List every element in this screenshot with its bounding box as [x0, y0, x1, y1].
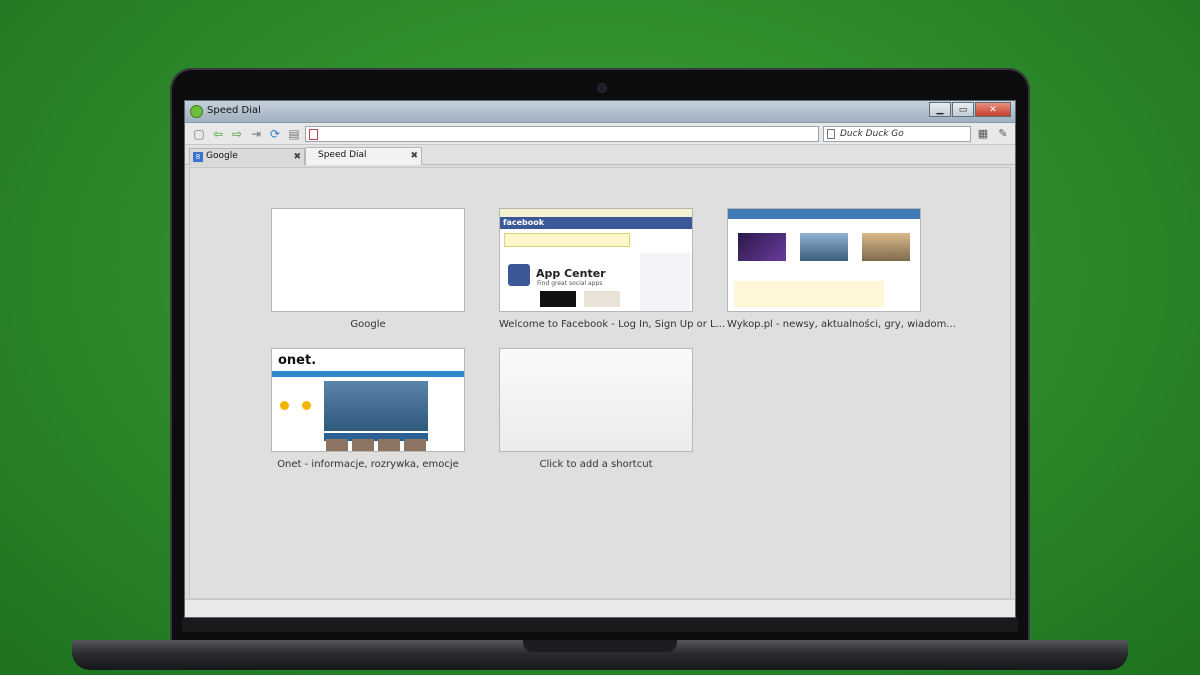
bookmarks-icon[interactable]: ▦: [975, 126, 991, 142]
search-placeholder: Duck Duck Go: [840, 129, 904, 139]
fb-warning: [504, 233, 630, 247]
stop-icon[interactable]: ⇥: [248, 126, 264, 142]
browser-window: Speed Dial ▁ ▭ ✕ ▢ ⇦ ⇨ ⇥ ⟳ ▤ Duck Duck G…: [184, 100, 1016, 618]
wykop-header: [728, 209, 920, 219]
app-center-icon: [508, 264, 530, 286]
speed-dial-page: Google facebook App Center Find great so…: [189, 167, 1011, 599]
maximize-button[interactable]: ▭: [952, 102, 974, 117]
wykop-notice: [734, 281, 884, 307]
toolbar: ▢ ⇦ ⇨ ⇥ ⟳ ▤ Duck Duck Go ▦ ✎: [185, 123, 1015, 145]
address-input[interactable]: [305, 126, 819, 142]
thumbnail-onet[interactable]: onet.: [271, 348, 465, 452]
page-icon: [309, 129, 318, 140]
tab-label: Google: [206, 151, 238, 161]
window-title: Speed Dial: [207, 105, 261, 116]
title-bar: Speed Dial ▁ ▭ ✕: [185, 101, 1015, 123]
dial-label: Welcome to Facebook - Log In, Sign Up or…: [499, 319, 726, 330]
thumbnail-google[interactable]: [271, 208, 465, 312]
minimize-button[interactable]: ▁: [929, 102, 951, 117]
app-icon: [190, 105, 203, 118]
fb-logo: facebook: [503, 218, 545, 227]
onet-photo: [324, 381, 428, 431]
tab-close-icon[interactable]: ✖: [410, 149, 418, 164]
window-controls: ▁ ▭ ✕: [928, 102, 1011, 117]
fb-signup-panel: [640, 253, 690, 311]
tab-label: Speed Dial: [318, 150, 367, 160]
new-page-icon[interactable]: ▢: [191, 126, 207, 142]
search-input[interactable]: Duck Duck Go: [823, 126, 971, 142]
speed-dial-item[interactable]: onet. Onet - informacje, rozrywka, emocj…: [271, 348, 465, 470]
google-favicon-icon: 8: [193, 152, 203, 162]
onet-face: [378, 439, 400, 451]
close-button[interactable]: ✕: [975, 102, 1011, 117]
dial-label: Onet - informacje, rozrywka, emocje: [277, 459, 459, 470]
onet-nav: [272, 371, 464, 377]
tab-google[interactable]: 8 Google ✖: [189, 148, 305, 165]
forward-icon[interactable]: ⇨: [229, 126, 245, 142]
speed-dial-item[interactable]: Wykop.pl - newsy, aktualności, gry, wiad…: [727, 208, 956, 330]
laptop-notch: [523, 640, 677, 652]
webcam: [598, 84, 606, 92]
fb-app-subtitle: Find great social apps: [537, 280, 603, 287]
tab-speed-dial[interactable]: Speed Dial ✖: [305, 147, 422, 165]
add-shortcut-item[interactable]: Click to add a shortcut: [499, 348, 693, 470]
dial-label: Click to add a shortcut: [539, 459, 653, 470]
fb-promo: [540, 291, 576, 307]
dial-label: Wykop.pl - newsy, aktualności, gry, wiad…: [727, 319, 956, 330]
status-bar: [185, 599, 1015, 617]
fb-app-title: App Center: [536, 267, 606, 280]
thumbnail-empty[interactable]: [499, 348, 693, 452]
thumbnail-facebook[interactable]: facebook App Center Find great social ap…: [499, 208, 693, 312]
fb-notice: [500, 209, 692, 217]
onet-logo: onet.: [278, 353, 317, 368]
wykop-image: [800, 233, 848, 261]
history-icon[interactable]: ▤: [286, 126, 302, 142]
settings-icon[interactable]: ✎: [995, 126, 1011, 142]
onet-face: [352, 439, 374, 451]
toolbar-right: ▦ ✎: [971, 126, 1011, 142]
search-engine-icon: [827, 129, 835, 139]
speed-dial-item[interactable]: Google: [271, 208, 465, 330]
thumbnail-wykop[interactable]: [727, 208, 921, 312]
reload-icon[interactable]: ⟳: [267, 126, 283, 142]
onet-face: [326, 439, 348, 451]
fb-promo: [584, 291, 620, 307]
screen-bezel: [182, 618, 1018, 632]
weather-sun-icon: [280, 401, 289, 410]
speed-dial-item[interactable]: facebook App Center Find great social ap…: [499, 208, 726, 330]
weather-sun-icon: [302, 401, 311, 410]
back-icon[interactable]: ⇦: [210, 126, 226, 142]
dial-label: Google: [350, 319, 386, 330]
onet-face: [404, 439, 426, 451]
wykop-image: [738, 233, 786, 261]
tab-close-icon[interactable]: ✖: [293, 150, 301, 165]
wykop-image: [862, 233, 910, 261]
tab-bar: 8 Google ✖ Speed Dial ✖: [185, 145, 1015, 165]
